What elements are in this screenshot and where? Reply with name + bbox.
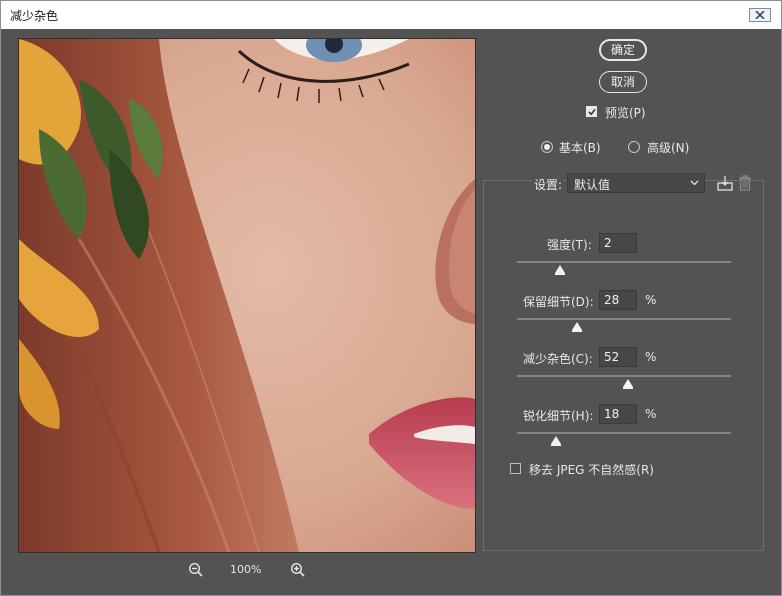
sharpen-details-input[interactable]: 18 bbox=[599, 404, 637, 424]
preserve-details-slider-track[interactable] bbox=[517, 318, 731, 320]
strength-slider-thumb[interactable] bbox=[554, 265, 565, 275]
reduce-color-noise-unit: % bbox=[645, 350, 657, 364]
preview-label: 预览(P) bbox=[605, 106, 646, 120]
reduce-color-noise-slider-track[interactable] bbox=[517, 375, 731, 377]
zoom-level: 100% bbox=[230, 563, 262, 576]
image-preview[interactable] bbox=[18, 38, 476, 553]
sharpen-details-slider-thumb[interactable] bbox=[550, 436, 561, 446]
remove-jpeg-artifact-checkbox[interactable] bbox=[510, 463, 521, 474]
zoom-out-icon[interactable] bbox=[188, 562, 204, 578]
preserve-details-input[interactable]: 28 bbox=[599, 290, 637, 310]
strength-input[interactable]: 2 bbox=[599, 233, 637, 253]
remove-jpeg-artifact-label: 移去 JPEG 不自然感(R) bbox=[529, 463, 654, 477]
dialog-title: 减少杂色 bbox=[10, 9, 59, 23]
sharpen-details-unit: % bbox=[645, 407, 657, 421]
zoom-bar: 100% bbox=[181, 560, 321, 580]
reduce-color-noise-input[interactable]: 52 bbox=[599, 347, 637, 367]
settings-dropdown[interactable]: 默认值 bbox=[567, 173, 705, 193]
zoom-in-icon[interactable] bbox=[290, 562, 306, 578]
mode-advanced-radio[interactable] bbox=[628, 141, 640, 153]
mode-basic-label: 基本(B) bbox=[559, 141, 601, 155]
settings-label: 设置: bbox=[532, 176, 565, 193]
reduce-color-noise-label: 减少杂色(C): bbox=[523, 352, 593, 366]
sharpen-details-label: 锐化细节(H): bbox=[523, 409, 594, 423]
ok-button[interactable]: 确定 bbox=[599, 39, 647, 61]
close-icon bbox=[755, 11, 765, 19]
portrait-photo bbox=[19, 39, 475, 552]
preserve-details-slider-thumb[interactable] bbox=[571, 322, 582, 332]
strength-slider-track[interactable] bbox=[517, 261, 731, 263]
cancel-button[interactable]: 取消 bbox=[599, 71, 647, 93]
mode-advanced-label: 高级(N) bbox=[647, 141, 690, 155]
close-button[interactable] bbox=[749, 8, 771, 22]
settings-value: 默认值 bbox=[574, 178, 611, 192]
mode-basic-radio[interactable] bbox=[541, 141, 553, 153]
preserve-details-label: 保留细节(D): bbox=[523, 295, 594, 309]
reduce-noise-dialog: 减少杂色 100% 确定 取消 预览(P) 基本(B) 高级(N) 设置: 默认… bbox=[0, 0, 782, 596]
checkmark-icon bbox=[588, 108, 596, 116]
chevron-down-icon bbox=[690, 180, 699, 186]
sharpen-details-slider-track[interactable] bbox=[517, 432, 731, 434]
trash-icon[interactable] bbox=[738, 175, 752, 191]
title-bar: 减少杂色 bbox=[1, 1, 781, 29]
strength-label: 强度(T): bbox=[547, 238, 592, 252]
reduce-color-noise-slider-thumb[interactable] bbox=[623, 379, 634, 389]
save-settings-icon[interactable] bbox=[716, 174, 734, 192]
preserve-details-unit: % bbox=[645, 293, 657, 307]
preview-checkbox[interactable] bbox=[586, 106, 597, 117]
